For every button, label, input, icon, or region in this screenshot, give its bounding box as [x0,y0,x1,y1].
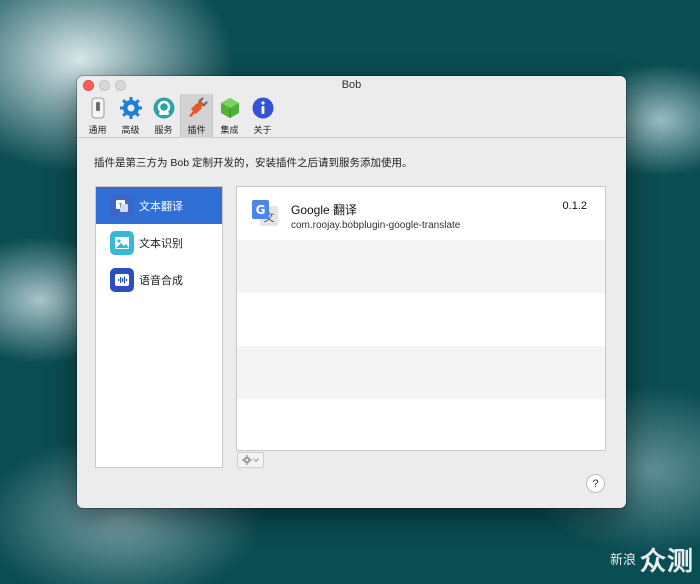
sidebar-item-text-recognition[interactable]: 文本识别 [96,224,222,261]
image-icon [110,230,134,255]
google-translate-icon: 文 G [252,200,278,226]
tab-plugins[interactable]: 插件 [180,94,213,138]
plugin-version: 0.1.2 [562,200,587,212]
service-icon [153,97,174,119]
tab-advanced-label: 高级 [121,125,140,135]
help-button[interactable]: ? [586,474,605,493]
plugin-description: 插件是第三方为 Bob 定制开发的，安装插件之后请到服务添加使用。 [94,157,413,169]
title-bar: Bob [77,76,626,94]
plugin-list: 文 G Google 翻译 com.roojay.bobplugin-googl… [236,186,606,451]
plugin-category-sidebar: T 文本翻译 文本识别 语音合成 [95,186,223,468]
watermark-small: 新浪 [609,552,636,567]
tab-plugins-label: 插件 [187,125,206,135]
sidebar-item-speech-synthesis[interactable]: 语音合成 [96,261,222,298]
preferences-window: Bob 通用 高级 服务 插件 集成 关于 插件是第三方为 Bob 定制开发的，… [77,76,626,508]
plugin-actions-button[interactable] [237,452,264,468]
empty-row [237,346,605,399]
window-title: Bob [341,79,362,91]
svg-text:G: G [256,203,266,217]
empty-row [237,240,605,293]
tab-services[interactable]: 服务 [147,94,180,138]
plugin-name: Google 翻译 [291,203,358,217]
gear-icon [242,455,252,465]
sidebar-item-label: 文本翻译 [139,200,183,213]
tab-integration-label: 集成 [220,125,239,135]
tab-about[interactable]: 关于 [246,94,279,138]
plugin-icon [188,97,208,117]
watermark: 新浪 众测 [610,541,694,578]
voice-icon [110,267,134,292]
empty-row [237,293,605,346]
chevron-down-icon [253,458,259,463]
info-icon [252,97,273,119]
box-icon [220,98,239,118]
gear-icon [119,97,142,119]
tab-general[interactable]: 通用 [81,94,114,138]
svg-text:T: T [118,202,123,209]
tab-integration[interactable]: 集成 [213,94,246,138]
switch-icon [91,97,104,119]
tab-services-label: 服务 [154,125,173,135]
sidebar-item-label: 语音合成 [139,274,183,287]
sidebar-item-label: 文本识别 [139,237,183,250]
plugin-id: com.roojay.bobplugin-google-translate [291,220,461,231]
translate-icon: T [110,193,134,218]
tab-advanced[interactable]: 高级 [114,94,147,138]
tab-general-label: 通用 [88,125,107,135]
tab-about-label: 关于 [253,125,272,135]
watermark-big: 众测 [639,546,694,576]
list-item[interactable]: 文 G Google 翻译 com.roojay.bobplugin-googl… [237,187,605,240]
preferences-toolbar: 通用 高级 服务 插件 集成 关于 [77,94,626,138]
empty-row [237,399,605,452]
sidebar-item-text-translate[interactable]: T 文本翻译 [96,187,222,224]
